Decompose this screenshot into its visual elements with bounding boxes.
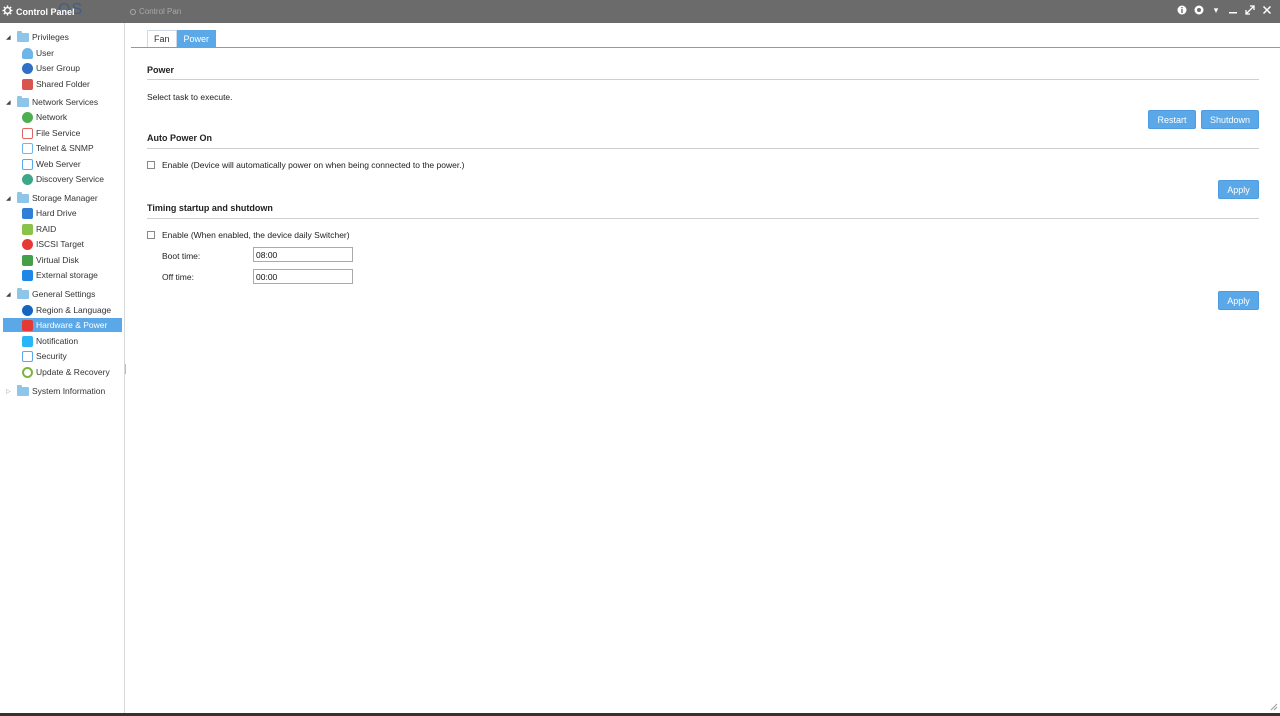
tab-underline [131,47,1280,48]
terminal-icon [22,142,33,154]
tab-fan[interactable]: Fan [147,30,177,47]
sidebar-item-virtual-disk[interactable]: Virtual Disk [3,253,122,267]
discovery-icon [22,173,33,185]
user-icon [22,47,33,59]
tab-bar: Fan Power [147,30,217,47]
restart-button[interactable]: Restart [1148,110,1196,129]
sidebar-group-system-information[interactable]: ▷ System Information [6,384,105,398]
power-section-title: Power [147,65,175,75]
iscsi-icon [22,238,33,250]
sidebar-item-user-group[interactable]: User Group [3,61,122,75]
boot-time-input[interactable] [253,247,353,262]
expanded-triangle-icon[interactable]: ◢ [6,99,14,106]
sidebar-item-raid[interactable]: RAID [3,222,122,236]
folder-icon [17,384,29,396]
sidebar-item-web-server[interactable]: Web Server [3,157,122,171]
sidebar-group-network-services[interactable]: ◢ Network Services [6,95,98,109]
tab-power[interactable]: Power [176,30,217,47]
sidebar-item-telnet-snmp[interactable]: Telnet & SNMP [3,141,122,155]
hardware-power-icon [22,319,33,331]
globe-icon [22,111,33,123]
refresh-icon [22,366,33,378]
notification-icon [22,335,33,347]
divider [147,148,1259,149]
folder-icon [17,191,29,203]
sidebar-item-hardware-power[interactable]: Hardware & Power [3,318,122,332]
sidebar-item-region-language[interactable]: Region & Language [3,303,122,317]
timing-enable-label: Enable (When enabled, the device daily S… [162,230,350,240]
maximize-icon[interactable] [1245,5,1255,15]
resize-grip-icon[interactable] [1270,703,1278,711]
sidebar-item-network[interactable]: Network [3,110,122,124]
sidebar-item-iscsi-target[interactable]: ISCSI Target [3,237,122,251]
sidebar-item-security[interactable]: Security [3,349,122,363]
app-title: Control Panel [16,6,75,17]
app-title-area: Control Panel [2,5,75,18]
sidebar-group-privileges[interactable]: ◢ Privileges [6,30,69,44]
file-service-icon [22,127,33,139]
expanded-triangle-icon[interactable]: ◢ [6,34,14,41]
auto-power-on-title: Auto Power On [147,133,212,143]
web-server-icon [22,158,33,170]
off-time-input[interactable] [253,269,353,284]
chevron-down-icon[interactable]: ▾ [1211,5,1221,15]
auto-power-on-label: Enable (Device will automatically power … [162,160,465,170]
shutdown-button[interactable]: Shutdown [1201,110,1259,129]
off-time-label: Off time: [162,272,194,282]
expanded-triangle-icon[interactable]: ◢ [6,195,14,202]
expanded-triangle-icon[interactable]: ◢ [6,291,14,298]
shared-folder-icon [22,78,33,90]
auto-power-on-apply-button[interactable]: Apply [1218,180,1259,199]
sidebar-item-notification[interactable]: Notification [3,334,122,348]
boot-time-label: Boot time: [162,251,201,261]
timing-section-title: Timing startup and shutdown [147,203,273,213]
window-titlebar: OS Control Panel Control Pan ▾ [0,0,1280,23]
folder-icon [17,95,29,107]
sidebar-item-shared-folder[interactable]: Shared Folder [3,77,122,91]
close-icon[interactable] [1262,5,1272,15]
sidebar-group-storage-manager[interactable]: ◢ Storage Manager [6,191,98,205]
timing-apply-button[interactable]: Apply [1218,291,1259,310]
virtual-disk-icon [22,254,33,266]
sidebar-splitter-handle[interactable] [125,364,127,374]
timing-enable-checkbox[interactable] [147,231,155,239]
sidebar-item-hard-drive[interactable]: Hard Drive [3,206,122,220]
auto-power-on-checkbox[interactable] [147,161,155,169]
gear-icon [130,8,136,15]
divider [147,218,1259,219]
folder-icon [17,287,29,299]
sidebar-item-external-storage[interactable]: External storage [3,268,122,282]
sidebar-item-file-service[interactable]: File Service [3,126,122,140]
hard-drive-icon [22,207,33,219]
main-panel: Fan Power Power Select task to execute. … [131,23,1280,713]
info-icon[interactable] [1177,5,1187,15]
external-storage-icon [22,269,33,281]
gear-icon [22,304,33,316]
minimize-icon[interactable] [1228,5,1238,15]
folder-icon [17,30,29,42]
sidebar-nav: ◢ Privileges User User Group Shared Fold… [0,23,125,713]
titlebar-controls: ▾ [1177,5,1272,15]
sidebar-group-general-settings[interactable]: ◢ General Settings [6,287,95,301]
help-menu-icon[interactable] [1194,5,1204,15]
sidebar-item-discovery-service[interactable]: Discovery Service [3,172,122,186]
sidebar-item-user[interactable]: User [3,46,122,60]
shield-icon [22,350,33,362]
sidebar-item-update-recovery[interactable]: Update & Recovery [3,365,122,379]
raid-icon [22,223,33,235]
gear-icon [2,5,13,18]
power-description: Select task to execute. [147,92,233,102]
collapsed-triangle-icon[interactable]: ▷ [6,388,14,395]
background-window-title: Control Pan [130,7,181,16]
user-group-icon [22,62,33,74]
divider [147,79,1259,80]
